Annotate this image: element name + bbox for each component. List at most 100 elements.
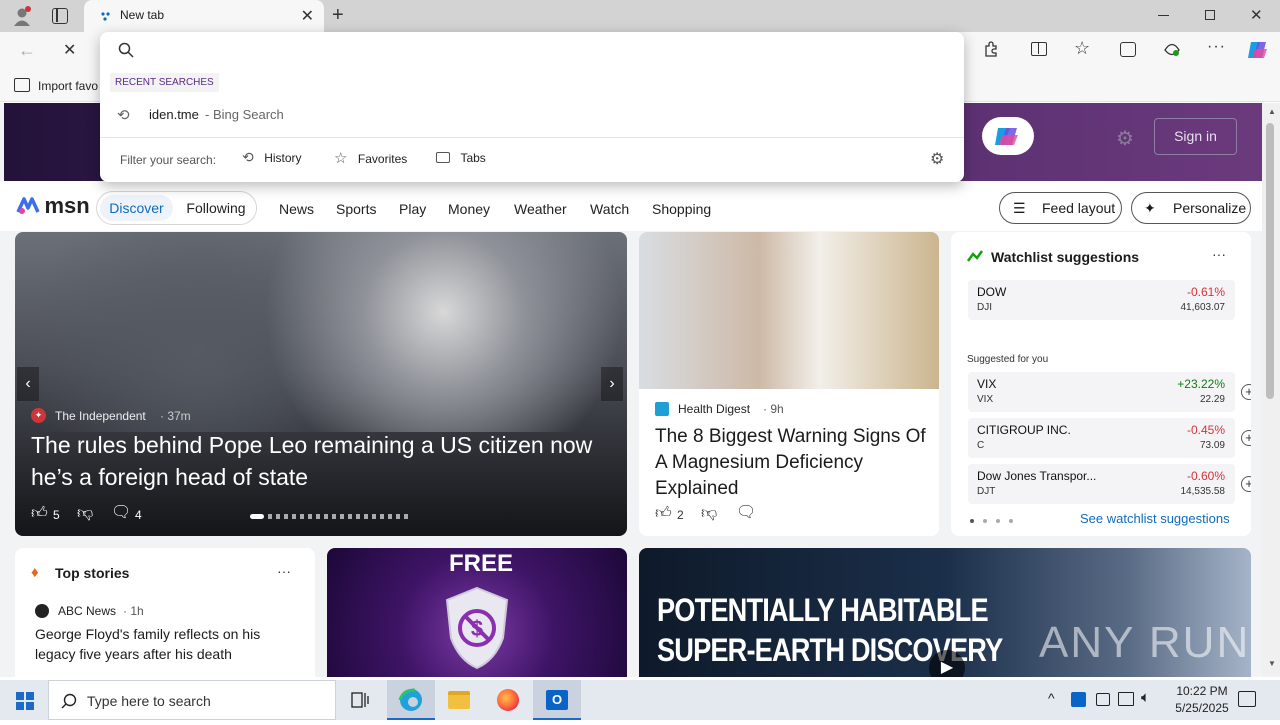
top-story-source: ABC News (58, 604, 117, 618)
top-stories-more-icon[interactable]: ··· (277, 563, 291, 579)
msn-page: ⚙ Sign in msn Discover Following News Sp… (0, 103, 1262, 677)
device-icon[interactable] (1096, 693, 1110, 706)
address-input[interactable] (144, 38, 944, 64)
nav-shopping[interactable]: Shopping (652, 201, 711, 217)
health-headline[interactable]: The 8 Biggest Warning Signs Of A Magnesi… (655, 424, 927, 502)
sliders-icon: ☰ (1013, 200, 1026, 216)
search-settings-icon[interactable]: ⚙ (930, 149, 944, 169)
edge-taskbar-icon[interactable] (387, 680, 435, 720)
stocks-icon (966, 249, 984, 262)
health-digest-logo (655, 402, 669, 416)
collections-icon[interactable] (1120, 42, 1136, 57)
ticker-djt[interactable]: Dow Jones Transpor... DJT -0.60% 14,535.… (968, 464, 1235, 504)
filter-favorites-label: Favorites (357, 152, 408, 166)
top-story-headline[interactable]: George Floyd's family reflects on his le… (35, 624, 295, 664)
outlook-icon[interactable]: O (533, 680, 581, 720)
msn-logo[interactable]: msn (16, 193, 90, 219)
watchlist-pager-dots (970, 519, 1015, 523)
notifications-icon[interactable] (1238, 691, 1256, 707)
hero-story-card[interactable]: ‹ › ✦ The Independent · 37m The rules be… (15, 232, 627, 536)
nav-watch[interactable]: Watch (590, 201, 629, 217)
filter-tabs[interactable]: Tabs (436, 149, 486, 169)
ticker-dow[interactable]: DOW DJI -0.61% 41,603.07 (968, 280, 1235, 320)
nav-play[interactable]: Play (399, 201, 426, 217)
add-djt-icon[interactable]: + (1241, 476, 1251, 492)
next-arrow-icon[interactable]: › (601, 367, 623, 401)
ticker-value: 41,603.07 (1180, 302, 1226, 313)
settings-icon[interactable]: ⚙ (1116, 126, 1134, 151)
prev-arrow-icon[interactable]: ‹ (17, 367, 39, 401)
filter-history-label: History (264, 151, 302, 165)
clock-date[interactable]: 5/25/2025 (1166, 701, 1238, 715)
profile-icon[interactable] (12, 6, 32, 26)
performance-icon[interactable] (1163, 41, 1181, 57)
task-view-icon[interactable] (350, 690, 370, 710)
sign-in-label: Sign in (1174, 128, 1217, 144)
tab-new-tab[interactable]: New tab ✕ (84, 0, 324, 32)
filter-favorites[interactable]: ☆ Favorites (334, 149, 407, 169)
add-citigroup-icon[interactable]: + (1241, 430, 1251, 446)
import-favorites-link[interactable]: Import favo (38, 79, 98, 93)
minimize-icon[interactable] (1158, 15, 1169, 16)
copilot-icon[interactable] (1246, 39, 1270, 61)
taskbar: Type here to search O ^ 🔈︎ 10:22 PM 5/25… (0, 680, 1280, 720)
back-icon[interactable]: ← (18, 40, 36, 61)
video-card[interactable]: POTENTIALLY HABITABLE SUPER-EARTH DISCOV… (639, 548, 1251, 677)
health-story-card[interactable]: Health Digest · 9h The 8 Biggest Warning… (639, 232, 939, 536)
copilot-hero-icon[interactable] (982, 117, 1034, 155)
more-options-icon[interactable]: ··· (1207, 38, 1226, 56)
hero-comments: 4 (135, 508, 142, 522)
recent-search-item[interactable]: ⟲ iden.tme - Bing Search (100, 102, 964, 128)
dislike-icon[interactable]: 👎︎ (77, 504, 93, 523)
top-stories-title: Top stories (55, 565, 130, 581)
extensions-icon[interactable] (983, 41, 999, 57)
nav-weather[interactable]: Weather (514, 201, 567, 217)
ticker-vix[interactable]: VIX VIX +23.22% 22.29 (968, 372, 1235, 412)
watchlist-more-icon[interactable]: ··· (1212, 246, 1226, 262)
feed-layout-button[interactable]: ☰ Feed layout (999, 192, 1122, 224)
dislike-icon[interactable]: 👎︎ (701, 504, 717, 523)
close-window-icon[interactable]: ✕ (1250, 6, 1263, 24)
ticker-value: 73.09 (1199, 440, 1225, 451)
new-tab-icon[interactable]: + (332, 4, 344, 27)
see-watchlist-link[interactable]: See watchlist suggestions (1080, 511, 1230, 526)
ticker-citigroup[interactable]: CITIGROUP INC. C -0.45% 73.09 (968, 418, 1235, 458)
add-vix-icon[interactable]: + (1241, 384, 1251, 400)
show-hidden-icons-icon[interactable]: ^ (1048, 690, 1055, 706)
page-scrollbar[interactable]: ▲ ▼ (1262, 103, 1280, 677)
search-icon (118, 42, 134, 58)
start-icon[interactable] (16, 692, 34, 710)
star-icon: ☆ (334, 150, 348, 167)
restore-icon[interactable] (1205, 10, 1215, 20)
volume-icon[interactable]: 🔈︎ (1141, 689, 1150, 706)
ticker-change: +23.22% (1177, 377, 1225, 391)
abc-news-logo (35, 604, 49, 618)
tab-following[interactable]: Following (177, 195, 255, 221)
like-icon[interactable]: 👍︎ (655, 504, 672, 523)
close-tab-icon[interactable]: ✕ (301, 6, 314, 26)
network-icon[interactable] (1118, 692, 1134, 706)
like-icon[interactable]: 👍︎ (31, 504, 48, 523)
comment-icon[interactable]: 🗨︎ (111, 502, 131, 522)
tab-discover[interactable]: Discover (100, 195, 173, 221)
favorites-icon[interactable]: ☆ (1074, 38, 1090, 59)
filter-history[interactable]: ⟲ History (242, 149, 302, 169)
anyrun-watermark: ANY RUN (1039, 618, 1251, 667)
outlook-tray-icon[interactable] (1071, 692, 1086, 707)
stop-loading-icon[interactable]: ✕ (63, 40, 76, 60)
tab-actions-icon[interactable] (52, 8, 68, 24)
split-screen-icon[interactable] (1031, 42, 1047, 56)
ticker-symbol: C (977, 440, 985, 451)
file-explorer-icon[interactable] (448, 691, 470, 709)
taskbar-search-box[interactable]: Type here to search (48, 680, 336, 720)
nav-news[interactable]: News (279, 201, 314, 217)
clock-time[interactable]: 10:22 PM (1170, 684, 1234, 698)
comment-icon[interactable]: 🗨︎ (736, 502, 756, 522)
ad-card[interactable]: FREE $ (327, 548, 627, 677)
firefox-icon[interactable] (497, 689, 519, 711)
hero-headline[interactable]: The rules behind Pope Leo remaining a US… (31, 429, 601, 493)
nav-money[interactable]: Money (448, 201, 490, 217)
personalize-button[interactable]: ✦ Personalize (1131, 192, 1251, 224)
nav-sports[interactable]: Sports (336, 201, 376, 217)
sign-in-button[interactable]: Sign in (1154, 118, 1237, 155)
